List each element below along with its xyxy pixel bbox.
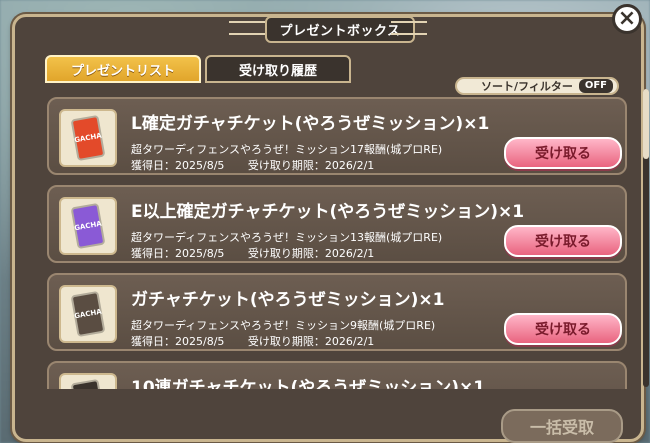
title-ornament-right (391, 21, 427, 35)
list-item: GACHA E以上確定ガチャチケット(やろうぜミッション)×1 超タワーディフェ… (47, 185, 627, 263)
close-button[interactable]: × (612, 4, 642, 34)
item-deadline: 受け取り期限：2026/2/1 (247, 247, 375, 260)
list-scrollbar[interactable] (643, 89, 649, 387)
receive-button[interactable]: 受け取る (504, 137, 622, 169)
item-dates: 獲得日：2025/8/5 受け取り期限：2026/2/1 (131, 157, 394, 173)
item-dates: 獲得日：2025/8/5 受け取り期限：2026/2/1 (131, 245, 394, 261)
gacha-ticket-icon: GACHA (72, 117, 104, 159)
gacha-ticket-bundle-icon (72, 381, 104, 389)
sort-filter-label: ソート/フィルター (481, 80, 573, 93)
item-acquired-date: 獲得日：2025/8/5 (131, 335, 225, 348)
list-item: GACHA ガチャチケット(やろうぜミッション)×1 超タワーディフェンスやろう… (47, 273, 627, 351)
title-ornament-left (229, 21, 265, 35)
item-thumbnail (59, 373, 117, 389)
item-thumbnail: GACHA (59, 285, 117, 343)
item-name: ガチャチケット(やろうぜミッション)×1 (131, 290, 445, 310)
gacha-ticket-icon: GACHA (72, 293, 104, 335)
item-name: L確定ガチャチケット(やろうぜミッション)×1 (131, 114, 490, 134)
item-acquired-date: 獲得日：2025/8/5 (131, 159, 225, 172)
sort-filter-toggle[interactable]: ソート/フィルター OFF (455, 77, 619, 95)
tab-receive-history[interactable]: 受け取り履歴 (205, 55, 351, 83)
item-deadline: 受け取り期限：2026/2/1 (247, 159, 375, 172)
item-description: 超タワーディフェンスやろうぜ！ミッション9報酬(城プロRE) (131, 319, 436, 332)
receive-button[interactable]: 受け取る (504, 313, 622, 345)
tab-present-list-label: プレゼントリスト (70, 63, 175, 79)
bulk-receive-button[interactable]: 一括受取 (501, 409, 623, 443)
item-name: 10連ガチャチケット(やろうぜミッション)×1 (131, 378, 486, 389)
scrollbar-thumb[interactable] (643, 89, 649, 159)
receive-button[interactable]: 受け取る (504, 225, 622, 257)
item-thumbnail: GACHA (59, 197, 117, 255)
item-description: 超タワーディフェンスやろうぜ！ミッション17報酬(城プロRE) (131, 143, 443, 156)
list-item: GACHA L確定ガチャチケット(やろうぜミッション)×1 超タワーディフェンス… (47, 97, 627, 175)
tab-present-list[interactable]: プレゼントリスト (45, 55, 201, 83)
close-icon: × (617, 6, 637, 31)
item-dates: 獲得日：2025/8/5 受け取り期限：2026/2/1 (131, 333, 394, 349)
tab-receive-history-label: 受け取り履歴 (238, 63, 317, 79)
present-list: GACHA L確定ガチャチケット(やろうぜミッション)×1 超タワーディフェンス… (47, 97, 639, 389)
item-description: 超タワーディフェンスやろうぜ！ミッション13報酬(城プロRE) (131, 231, 443, 244)
item-deadline: 受け取り期限：2026/2/1 (247, 335, 375, 348)
item-name: E以上確定ガチャチケット(やろうぜミッション)×1 (131, 202, 525, 222)
sort-filter-state-badge: OFF (578, 79, 613, 93)
list-item: 10連ガチャチケット(やろうぜミッション)×1 (47, 361, 627, 389)
gacha-ticket-icon: GACHA (72, 205, 104, 247)
item-thumbnail: GACHA (59, 109, 117, 167)
present-box-dialog: プレゼントボックス プレゼントリスト 受け取り履歴 ソート/フィルター OFF … (12, 14, 649, 443)
item-acquired-date: 獲得日：2025/8/5 (131, 247, 225, 260)
